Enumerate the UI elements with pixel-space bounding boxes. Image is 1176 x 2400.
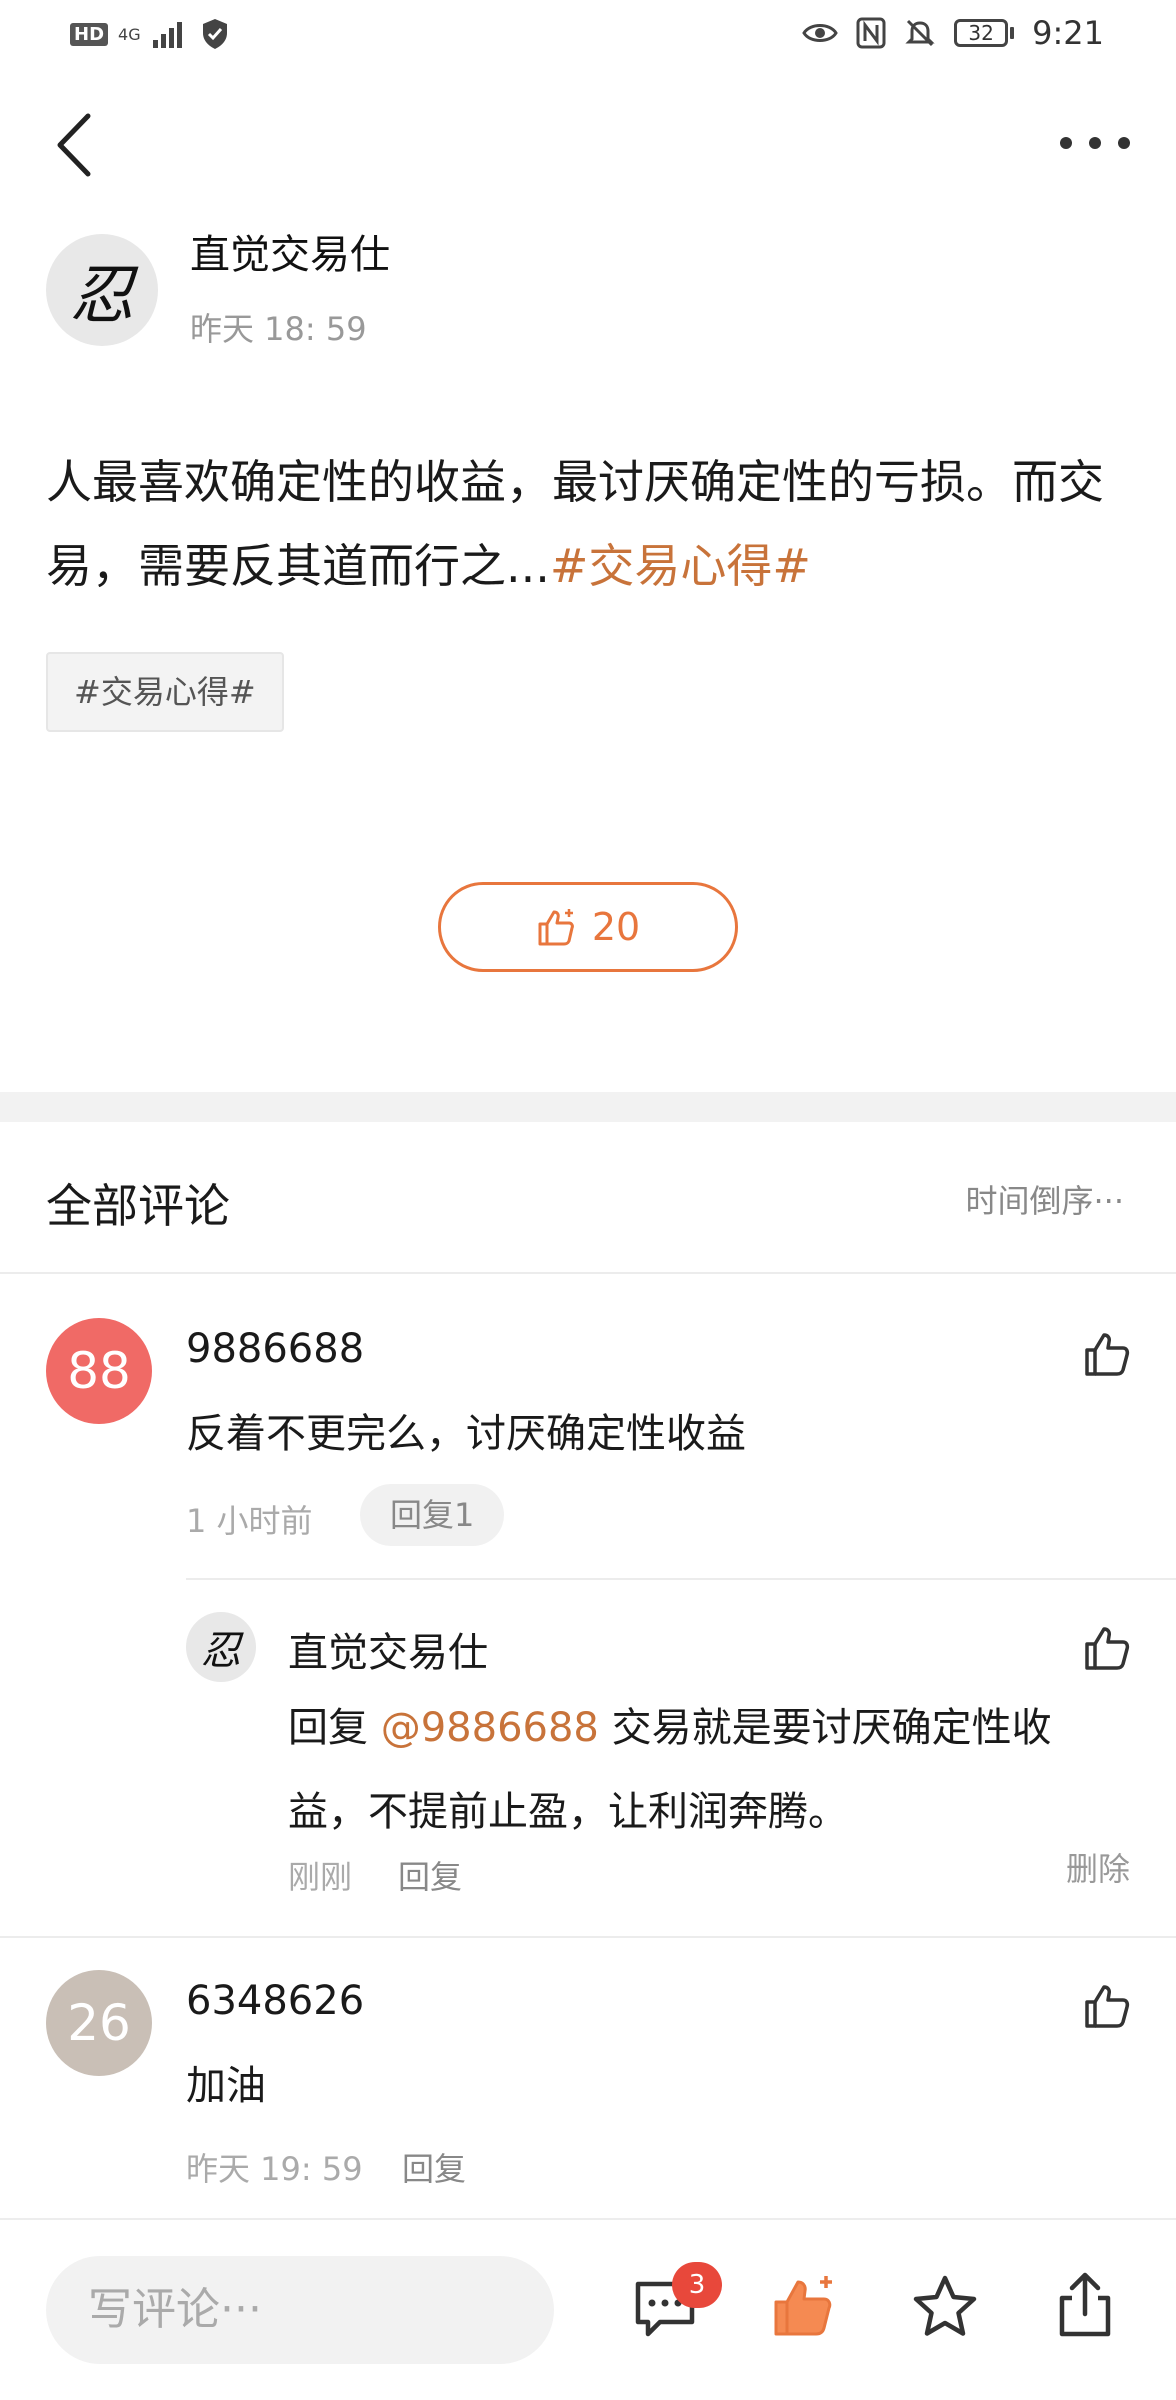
- comments-title: 全部评论: [46, 1179, 230, 1233]
- reply-prefix: 回复: [288, 1705, 368, 1751]
- divider: [0, 1272, 1176, 1274]
- reply-text-line1: 交易就是要讨厌确定性收: [611, 1705, 1052, 1751]
- clock: 9:21: [1032, 14, 1104, 52]
- section-divider: [0, 1092, 1176, 1122]
- like-button[interactable]: 20: [438, 882, 738, 972]
- topic-tag[interactable]: #交易心得#: [46, 652, 284, 732]
- battery-level: 32: [954, 19, 1009, 47]
- author-avatar[interactable]: 忍: [46, 234, 158, 346]
- commenter-name[interactable]: 9886688: [186, 1326, 364, 1372]
- comment-like-icon[interactable]: [1082, 1328, 1134, 1380]
- chevron-left-icon: [57, 113, 91, 177]
- delete-button[interactable]: 删除: [1066, 1844, 1130, 1890]
- like-filled-icon[interactable]: [770, 2272, 840, 2342]
- reply-avatar[interactable]: 忍: [186, 1612, 256, 1682]
- divider: [186, 1578, 1176, 1580]
- reply-button[interactable]: 回复: [398, 1852, 462, 1898]
- back-button[interactable]: [50, 110, 100, 180]
- hd-indicator: HD: [70, 22, 109, 46]
- dot-icon: [1089, 137, 1101, 149]
- like-count: 20: [591, 905, 641, 949]
- reply-text-line2: 益，不提前止盈，让利润奔腾。: [288, 1789, 848, 1835]
- comment-input[interactable]: 写评论···: [46, 2256, 554, 2364]
- reply-like-icon[interactable]: [1082, 1622, 1134, 1674]
- comment-count-badge: 3: [672, 2262, 722, 2308]
- reply-user-name[interactable]: 直觉交易仕: [288, 1620, 488, 1678]
- share-icon[interactable]: [1050, 2270, 1120, 2340]
- nfc-icon: [856, 17, 886, 49]
- dot-icon: [1118, 137, 1130, 149]
- shield-icon: [202, 19, 227, 49]
- author-name[interactable]: 直觉交易仕: [190, 222, 390, 280]
- dot-icon: [1060, 137, 1072, 149]
- network-type: 4G: [118, 24, 141, 44]
- mute-bell-icon: [905, 19, 935, 47]
- reply-text: 回复 @9886688 交易就是要讨厌确定性收 益，不提前止盈，让利润奔腾。: [288, 1686, 1078, 1854]
- sort-label: 时间倒序: [965, 1182, 1094, 1220]
- eye-icon: [802, 24, 838, 42]
- post-body: 人最喜欢确定性的收益，最讨厌确定性的亏损。而交易，需要反其道而行之...#交易心…: [46, 440, 1136, 608]
- reply-count-button[interactable]: 回复1: [360, 1484, 505, 1546]
- divider: [0, 1936, 1176, 1938]
- comment-text: 反着不更完么，讨厌确定性收益: [186, 1411, 746, 1457]
- reply-button[interactable]: 回复: [402, 2144, 466, 2190]
- more-options-button[interactable]: [1060, 128, 1130, 158]
- thumbs-up-icon: [538, 909, 574, 946]
- sort-more-icon: ···: [1093, 1182, 1124, 1220]
- mention-link[interactable]: @9886688: [381, 1705, 599, 1751]
- post-hashtag-link[interactable]: #交易心得#: [550, 539, 811, 593]
- commenter-avatar[interactable]: 26: [46, 1970, 152, 2076]
- status-right: 32 9:21: [802, 14, 1104, 52]
- commenter-avatar[interactable]: 88: [46, 1318, 152, 1424]
- post-time: 昨天 18: 59: [190, 310, 367, 348]
- comment-text: 加油: [186, 2063, 266, 2109]
- sort-toggle[interactable]: 时间倒序···: [965, 1176, 1124, 1222]
- signal-icon: [152, 22, 182, 48]
- status-bar: HD 4G 32 9:21: [0, 0, 1176, 72]
- avatar-glyph: 忍: [70, 259, 134, 333]
- reply-time: 刚刚: [288, 1858, 353, 1896]
- comment-time: 1 小时前: [186, 1502, 313, 1540]
- commenter-name[interactable]: 6348626: [186, 1978, 364, 2024]
- star-icon[interactable]: [910, 2272, 980, 2342]
- comment-like-icon[interactable]: [1082, 1980, 1134, 2032]
- battery-icon: 32: [954, 19, 1015, 47]
- status-left: HD 4G: [70, 18, 229, 50]
- comment-time: 昨天 19: 59: [186, 2150, 363, 2188]
